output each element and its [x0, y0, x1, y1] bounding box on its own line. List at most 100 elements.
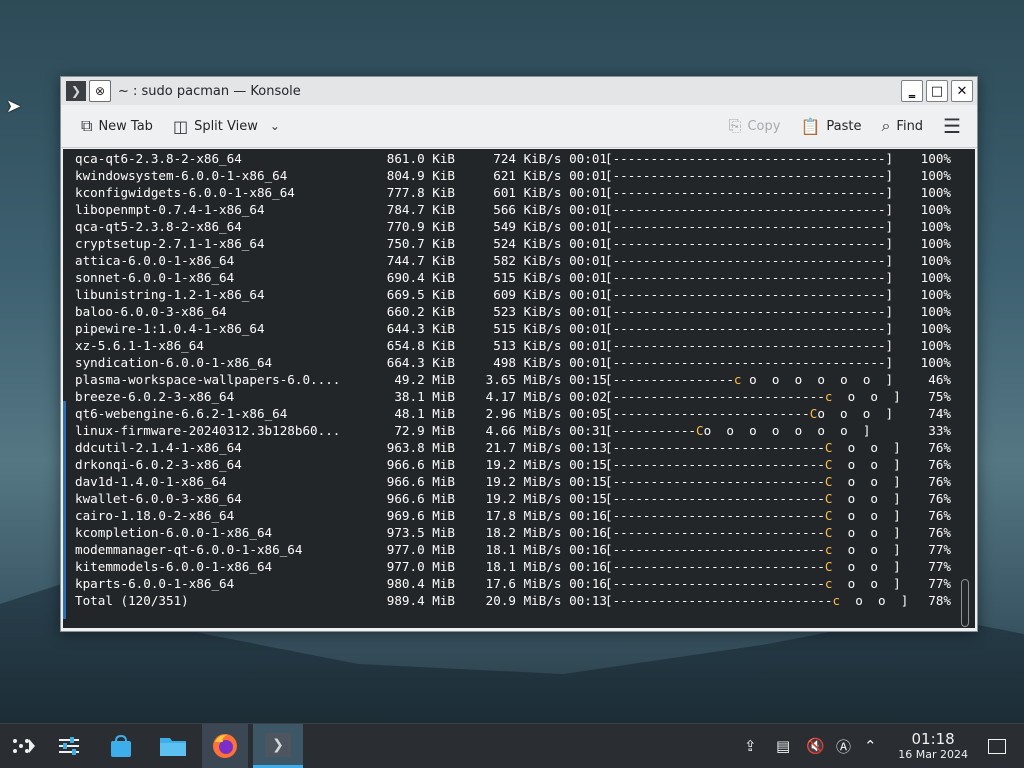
close-button[interactable]: ✕ [951, 80, 973, 102]
transfer-speed: 3.65 MiB/s 00:15 [485, 372, 607, 387]
show-desktop-icon[interactable] [988, 724, 1006, 768]
progress-percent: 76% [928, 491, 951, 506]
progress-bar-remaining: o o o o o o ] [741, 372, 894, 387]
package-size: 644.3 KiB [386, 321, 455, 336]
progress-percent: 77% [928, 542, 951, 557]
progress-bar-done: [----------------------------- [605, 593, 833, 608]
progress-percent: 100% [920, 236, 951, 251]
progress-percent: 33% [928, 423, 951, 438]
progress-bar: [----------------------------C o o ] [605, 558, 901, 575]
package-name: kparts-6.0.0-1-x86_64 [75, 576, 235, 591]
file-manager-icon[interactable] [150, 724, 196, 768]
progress-percent: 100% [920, 355, 951, 370]
package-name: kwallet-6.0.0-3-x86_64 [75, 491, 242, 506]
progress-bar-remaining: o o ] [832, 389, 901, 404]
progress-bar-done: [----------- [605, 423, 696, 438]
transfer-speed: 19.2 MiB/s 00:15 [485, 474, 607, 489]
progress-bar-remaining: o o ] [832, 576, 901, 591]
system-settings-icon[interactable] [46, 724, 92, 768]
package-name: Total (120/351) [75, 593, 189, 608]
search-icon: ⌕ [881, 116, 891, 135]
package-name: kwindowsystem-6.0.0-1-x86_64 [75, 168, 288, 183]
package-size: 660.2 KiB [386, 304, 455, 319]
copy-label: Copy [747, 118, 781, 134]
firefox-icon[interactable] [202, 724, 248, 768]
progress-bar-done: [---------------------------- [605, 508, 825, 523]
progress-percent: 100% [920, 321, 951, 336]
transfer-speed: 549 KiB/s 00:01 [493, 219, 607, 234]
input-method-icon[interactable]: Ⓐ [836, 724, 851, 768]
transfer-speed: 21.7 MiB/s 00:13 [485, 440, 607, 455]
progress-bar: [------------------------------------] [605, 185, 894, 200]
progress-percent: 100% [920, 168, 951, 183]
taskbar: ❯ ⇪ ▤ 🔇 Ⓐ ⌃ 01:18 16 Mar 2024 [0, 723, 1024, 768]
split-view-button[interactable]: ◫ Split View ⌄ [167, 111, 286, 141]
transfer-speed: 19.2 MiB/s 00:15 [485, 491, 607, 506]
application-launcher-icon[interactable] [0, 724, 46, 768]
package-name: libopenmpt-0.7.4-1-x86_64 [75, 202, 265, 217]
progress-bar-done: [---------------------------- [605, 491, 825, 506]
package-size: 977.0 MiB [386, 542, 455, 557]
transfer-speed: 18.2 MiB/s 00:16 [485, 525, 607, 540]
progress-bar: [----------------------------c o o ] [605, 575, 901, 592]
progress-bar: [------------------------------------] [605, 355, 894, 370]
progress-bar-done: [---------------------------- [605, 576, 825, 591]
progress-percent: 100% [920, 338, 951, 353]
transfer-speed: 18.1 MiB/s 00:16 [485, 542, 607, 557]
progress-bar: [------------------------------------] [605, 287, 894, 302]
terminal-scrollbar[interactable] [961, 579, 969, 627]
minimize-button[interactable]: ‗ [901, 80, 923, 102]
progress-percent: 76% [928, 474, 951, 489]
package-size: 966.6 MiB [386, 457, 455, 472]
copy-button[interactable]: ⎘ Copy [723, 111, 787, 141]
keep-above-icon[interactable]: ⊗ [89, 80, 111, 102]
maximize-button[interactable]: □ [926, 80, 948, 102]
progress-percent: 100% [920, 219, 951, 234]
progress-percent: 75% [928, 389, 951, 404]
transfer-speed: 524 KiB/s 00:01 [493, 236, 607, 251]
terminal-output[interactable]: qca-qt6-2.3.8-2-x86_64 861.0 KiB 724 KiB/s… [63, 149, 975, 628]
progress-bar-done: [---------------------------- [605, 440, 825, 455]
hamburger-menu-icon[interactable]: ☰ [937, 114, 967, 138]
progress-bar-done: [---------------- [605, 372, 734, 387]
copy-icon: ⎘ [728, 116, 742, 135]
package-name: breeze-6.0.2-3-x86_64 [75, 389, 235, 404]
transfer-speed: 4.17 MiB/s 00:02 [485, 389, 607, 404]
package-name: dav1d-1.4.0-1-x86_64 [75, 474, 227, 489]
progress-percent: 76% [928, 525, 951, 540]
package-name: qt6-webengine-6.6.2-1-x86_64 [75, 406, 288, 421]
progress-bar-remaining: o o ] [832, 508, 901, 523]
discover-icon[interactable] [98, 724, 144, 768]
progress-bar: [------------------------------------] [605, 253, 894, 268]
transfer-speed: 17.8 MiB/s 00:16 [485, 508, 607, 523]
paste-icon: 📋 [800, 116, 821, 136]
progress-percent: 100% [920, 202, 951, 217]
split-view-label: Split View [194, 118, 258, 134]
progress-bar: [-----------------------------c o o ] [605, 592, 908, 609]
package-name: cairo-1.18.0-2-x86_64 [75, 508, 235, 523]
progress-bar-done: [---------------------------- [605, 525, 825, 540]
update-notifier-icon[interactable]: ⇪ [744, 724, 757, 768]
clock[interactable]: 01:18 16 Mar 2024 [898, 730, 968, 761]
progress-bar-remaining: o o o ] [817, 406, 894, 421]
package-size: 744.7 KiB [386, 253, 455, 268]
package-name: syndication-6.0.0-1-x86_64 [75, 355, 273, 370]
progress-bar: [------------------------------------] [605, 219, 894, 234]
package-size: 777.8 KiB [386, 185, 455, 200]
find-button[interactable]: ⌕ Find [875, 111, 929, 141]
paste-button[interactable]: 📋 Paste [794, 111, 867, 141]
package-size: 977.0 MiB [386, 559, 455, 574]
new-tab-button[interactable]: ⧉ New Tab [75, 111, 159, 141]
konsole-app-icon[interactable]: ❯ [66, 81, 86, 101]
expand-tray-icon[interactable]: ⌃ [864, 724, 877, 768]
konsole-icon[interactable]: ❯ [253, 724, 303, 768]
progress-bar-remaining: o o ] [832, 542, 901, 557]
window-titlebar[interactable]: ❯ ⊗ ~ : sudo pacman — Konsole ‗ □ ✕ [61, 77, 977, 105]
package-size: 804.9 KiB [386, 168, 455, 183]
progress-bar: [------------------------------------] [605, 304, 894, 319]
progress-percent: 74% [928, 406, 951, 421]
volume-muted-icon[interactable]: 🔇 [806, 724, 825, 768]
progress-bar-remaining: o o ] [840, 593, 909, 608]
clock-date: 16 Mar 2024 [898, 748, 968, 761]
clipboard-icon[interactable]: ▤ [776, 724, 790, 768]
